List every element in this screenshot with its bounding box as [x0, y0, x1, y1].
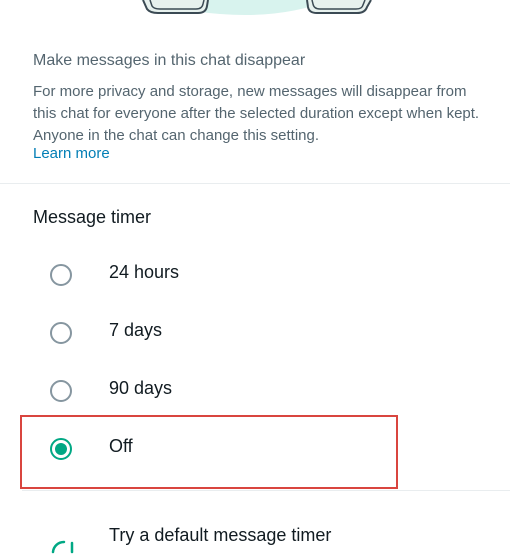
timer-option-24-hours[interactable]: 24 hours [0, 249, 510, 303]
disappearing-messages-illustration [140, 0, 372, 15]
message-timer-title: Message timer [33, 207, 152, 227]
timer-icon [51, 540, 74, 554]
timer-option-7-days[interactable]: 7 days [0, 307, 510, 361]
learn-more-link[interactable]: Learn more [33, 145, 110, 162]
radio-7-days[interactable] [50, 322, 72, 344]
disappear-description: For more privacy and storage, new messag… [33, 83, 480, 144]
timer-option-label: 7 days [109, 320, 163, 340]
timer-option-90-days[interactable]: 90 days [0, 365, 510, 419]
section-divider [0, 183, 510, 184]
radio-90-days[interactable] [50, 380, 72, 402]
radio-24-hours[interactable] [50, 264, 72, 286]
timer-option-label: 24 hours [109, 262, 180, 282]
disappear-heading: Make messages in this chat disappear [33, 52, 306, 69]
default-timer-title[interactable]: Try a default message timer [109, 525, 331, 546]
highlight-box [20, 415, 398, 489]
timer-option-label: 90 days [109, 378, 173, 398]
section-divider [22, 490, 510, 491]
